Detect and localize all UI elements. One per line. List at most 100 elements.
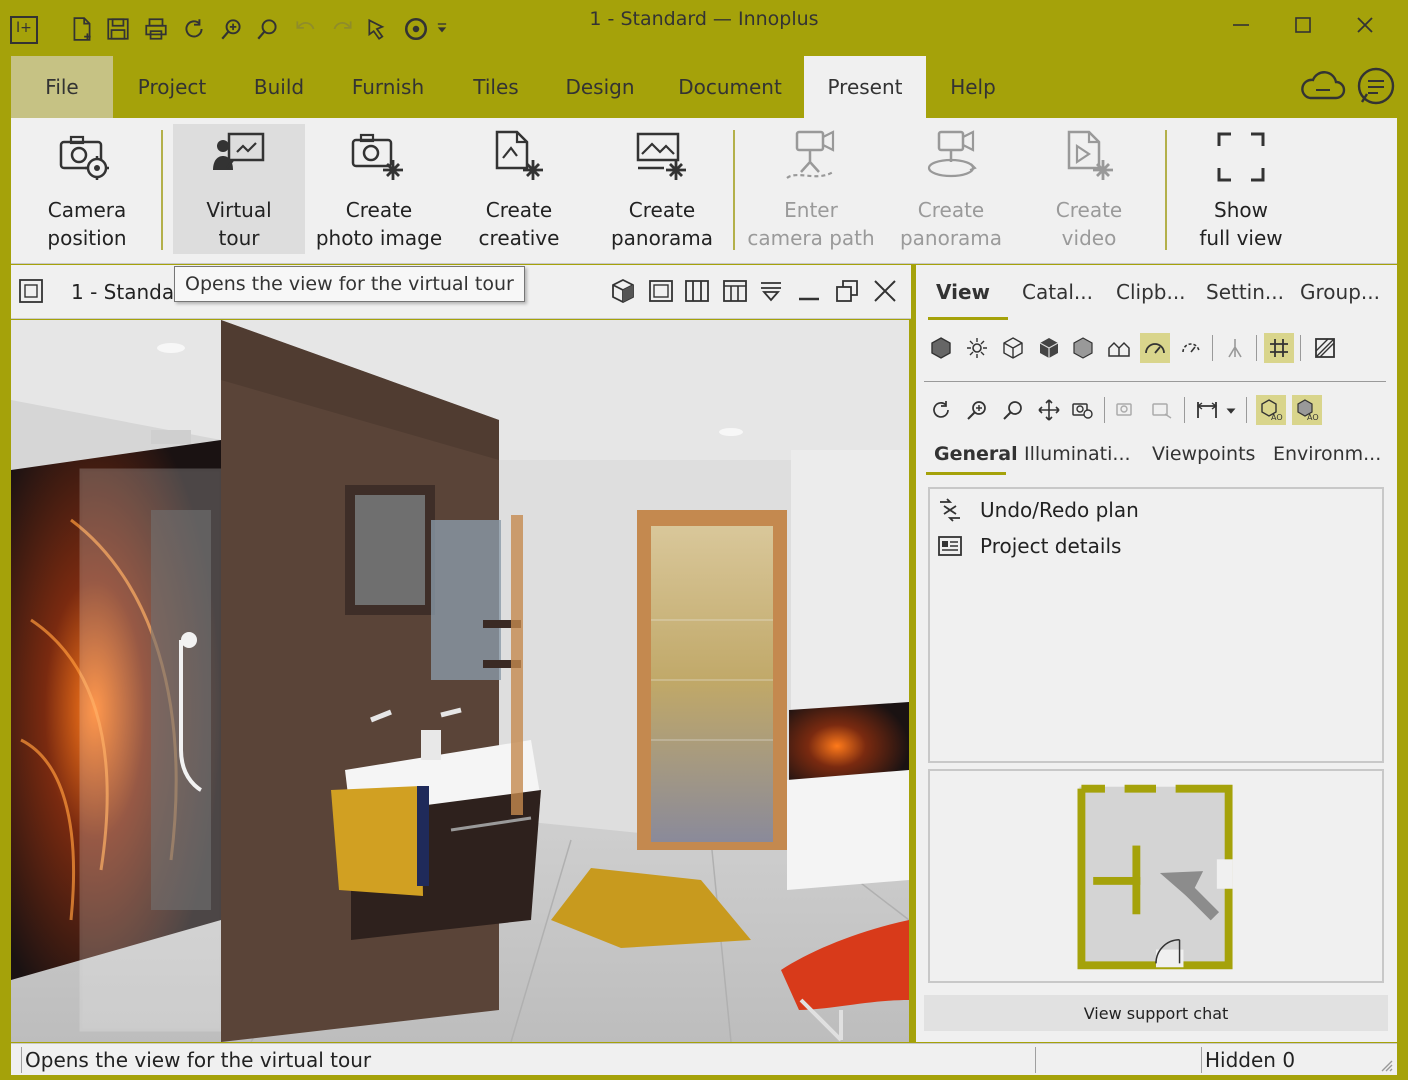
subtab-illumination[interactable]: Illuminati... [1024, 443, 1131, 465]
create-video-label: Create video [1055, 198, 1123, 250]
viewport-restore-icon[interactable] [833, 277, 863, 307]
create-creative-label: Create creative [478, 198, 560, 250]
tab-project[interactable]: Project [120, 56, 224, 118]
pan-icon[interactable] [1034, 395, 1064, 425]
3d-viewport[interactable] [11, 320, 909, 1042]
panel-tab-catalog[interactable]: Catal... [1022, 265, 1093, 319]
create-panorama-path-button[interactable]: Create panorama [889, 124, 1013, 254]
ambient-occlusion-quality-icon[interactable]: AO [1292, 395, 1322, 425]
cloud-icon[interactable] [1300, 62, 1346, 110]
chat-icon[interactable] [1352, 62, 1398, 110]
tab-furnish[interactable]: Furnish [334, 56, 442, 118]
camera-a-icon[interactable] [1112, 395, 1142, 425]
ribbon-separator [1165, 130, 1167, 250]
viewport-minimize-icon[interactable] [795, 277, 825, 307]
window-title: 1 - Standard — Innoplus [589, 8, 819, 30]
virtual-tour-icon [213, 132, 265, 170]
ribbon-separator [733, 130, 735, 250]
close-button[interactable] [1340, 6, 1390, 44]
panel-tab-clipboard[interactable]: Clipb... [1116, 265, 1186, 319]
subtab-indicator [926, 472, 1006, 475]
houses-icon[interactable] [1104, 333, 1134, 363]
grid-icon[interactable] [1264, 333, 1294, 363]
view-options-dropdown-icon[interactable] [757, 277, 787, 307]
options-list: Undo/Redo plan Project details [928, 487, 1384, 763]
tab-document[interactable]: Document [664, 56, 796, 118]
virtual-tour-label: Virtual tour [206, 198, 272, 250]
subtab-general[interactable]: General [934, 443, 1018, 465]
menu-bar: File Project Build Furnish Tiles Design … [0, 56, 1408, 118]
single-view-icon[interactable] [647, 277, 677, 307]
tab-present[interactable]: Present [804, 56, 926, 118]
create-panorama-label: Create panorama [610, 198, 714, 250]
wireframe-cube-icon[interactable] [998, 333, 1028, 363]
camera-b-icon[interactable] [1148, 395, 1178, 425]
create-video-button[interactable]: Create video [1027, 124, 1151, 254]
panel-tab-settings[interactable]: Settin... [1206, 265, 1284, 319]
tab-tiles[interactable]: Tiles [454, 56, 538, 118]
photo-create-icon [351, 133, 403, 180]
panorama-create-icon [636, 132, 686, 180]
show-full-view-label: Show full view [1199, 198, 1283, 250]
light-icon[interactable] [962, 333, 992, 363]
render-cube-icon[interactable] [926, 333, 956, 363]
panel-tab-view[interactable]: View [936, 265, 990, 319]
list-item-undo-redo[interactable]: Undo/Redo plan [936, 495, 1139, 525]
list-item-project-details[interactable]: Project details [936, 531, 1121, 561]
viewport-window-icon[interactable] [17, 277, 47, 307]
zoom-in-icon[interactable] [962, 395, 992, 425]
camera-path-icon [786, 130, 835, 179]
create-panorama-button[interactable]: Create panorama [597, 124, 727, 254]
project-details-label: Project details [980, 534, 1122, 558]
columns-view-icon[interactable] [721, 277, 751, 307]
ribbon-separator [161, 130, 163, 250]
tab-design[interactable]: Design [550, 56, 650, 118]
shaded-cube-icon[interactable] [1068, 333, 1098, 363]
person-view-icon[interactable] [1220, 333, 1250, 363]
hatch-icon[interactable] [1310, 333, 1340, 363]
3d-cube-icon[interactable] [609, 277, 639, 307]
toolbar-separator [1104, 397, 1105, 423]
create-creative-button[interactable]: Create creative [459, 124, 579, 254]
panel-tab-groups[interactable]: Group... [1300, 265, 1380, 319]
status-bar: Opens the view for the virtual tour Hidd… [11, 1043, 1397, 1075]
tab-file[interactable]: File [11, 56, 113, 118]
floor-plan-preview [1077, 784, 1233, 970]
floor-plan-minimap[interactable] [928, 769, 1384, 983]
split-view-icon[interactable] [683, 277, 713, 307]
undo-redo-icon [940, 498, 960, 522]
show-full-view-button[interactable]: Show full view [1181, 124, 1301, 254]
rotate-icon[interactable] [926, 395, 956, 425]
create-photo-image-label: Create photo image [315, 198, 443, 250]
tab-help[interactable]: Help [934, 56, 1012, 118]
camera-settings-small-icon[interactable] [1068, 395, 1098, 425]
camera-position-button[interactable]: Camera position [25, 124, 149, 254]
tab-build[interactable]: Build [234, 56, 324, 118]
camera-settings-icon [59, 135, 109, 180]
view-support-chat-button[interactable]: View support chat [924, 995, 1388, 1031]
viewport-title: 1 - Standa [71, 280, 175, 304]
ambient-occlusion-icon[interactable]: AO [1256, 395, 1286, 425]
title-bar: 1 - Standard — Innoplus [0, 0, 1408, 56]
create-panorama-path-label: Create panorama [899, 198, 1003, 250]
virtual-tour-button[interactable]: Virtual tour [173, 124, 305, 254]
create-photo-image-button[interactable]: Create photo image [311, 124, 447, 254]
viewport-close-icon[interactable] [871, 277, 901, 307]
tooltip: Opens the view for the virtual tour [174, 266, 525, 302]
measure-dropdown-icon[interactable] [1222, 395, 1240, 425]
enter-camera-path-button[interactable]: Enter camera path [743, 124, 879, 254]
toolbar-separator [1246, 397, 1247, 423]
speedometer-icon[interactable] [1140, 333, 1170, 363]
status-divider [1035, 1047, 1036, 1073]
walk-mode-icon[interactable] [1176, 333, 1206, 363]
resize-grip-icon[interactable] [1379, 1057, 1393, 1072]
minimize-button[interactable] [1216, 6, 1266, 44]
subtab-environment[interactable]: Environm... [1273, 443, 1381, 465]
zoom-icon[interactable] [998, 395, 1028, 425]
solid-cube-icon[interactable] [1034, 333, 1064, 363]
measure-icon[interactable] [1192, 395, 1222, 425]
creative-create-icon [495, 130, 543, 180]
subtab-viewpoints[interactable]: Viewpoints [1152, 443, 1255, 465]
status-message: Opens the view for the virtual tour [25, 1048, 372, 1072]
maximize-button[interactable] [1278, 6, 1328, 44]
